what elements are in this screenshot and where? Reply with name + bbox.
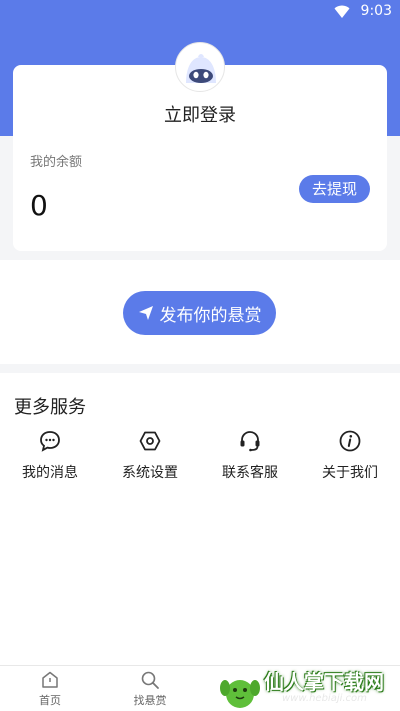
balance-value: 0 xyxy=(30,189,48,222)
publish-bounty-button[interactable]: 发布你的悬赏 xyxy=(123,291,276,335)
services-title: 更多服务 xyxy=(14,397,86,418)
service-label: 系统设置 xyxy=(122,465,178,481)
settings-icon xyxy=(139,431,161,451)
publish-section: 发布你的悬赏 xyxy=(0,260,400,364)
service-label: 关于我们 xyxy=(322,465,378,481)
status-bar: 9:03 xyxy=(0,0,400,24)
publish-bounty-label: 发布你的悬赏 xyxy=(159,305,262,326)
more-services-section: 更多服务 我的消息 系统设置 联系客服 关于我们 xyxy=(0,373,400,665)
avatar[interactable] xyxy=(175,42,225,92)
wifi-icon xyxy=(334,5,350,18)
send-icon xyxy=(138,306,153,320)
headset-icon xyxy=(240,431,260,452)
avatar-mascot-icon xyxy=(186,54,216,83)
cactus-logo-icon xyxy=(220,680,260,708)
info-icon xyxy=(339,430,361,452)
withdraw-button[interactable]: 去提现 xyxy=(299,175,370,203)
service-item-about-us[interactable]: 关于我们 xyxy=(300,429,400,489)
home-icon xyxy=(42,671,58,688)
service-item-settings[interactable]: 系统设置 xyxy=(100,429,200,489)
balance-label: 我的余额 xyxy=(30,155,83,170)
status-time: 9:03 xyxy=(360,3,392,19)
nav-item-find-bounty[interactable]: 找悬赏 xyxy=(100,670,200,708)
service-label: 我的消息 xyxy=(22,465,78,481)
login-link[interactable]: 立即登录 xyxy=(13,101,387,127)
message-icon xyxy=(40,431,60,452)
account-card: 立即登录 我的余额 0 去提现 xyxy=(13,65,387,251)
service-item-messages[interactable]: 我的消息 xyxy=(0,429,100,489)
service-label: 联系客服 xyxy=(222,465,278,481)
watermark-url: www.hebiaji.com xyxy=(282,693,367,704)
service-item-customer-service[interactable]: 联系客服 xyxy=(200,429,300,489)
nav-label: 找悬赏 xyxy=(133,694,167,707)
nav-item-home[interactable]: 首页 xyxy=(0,670,100,708)
watermark-text: 仙人掌下载网 xyxy=(264,670,384,694)
nav-label: 首页 xyxy=(39,694,61,707)
search-icon xyxy=(141,671,159,689)
watermark: 仙人掌下载网 www.hebiaji.com xyxy=(212,660,400,711)
